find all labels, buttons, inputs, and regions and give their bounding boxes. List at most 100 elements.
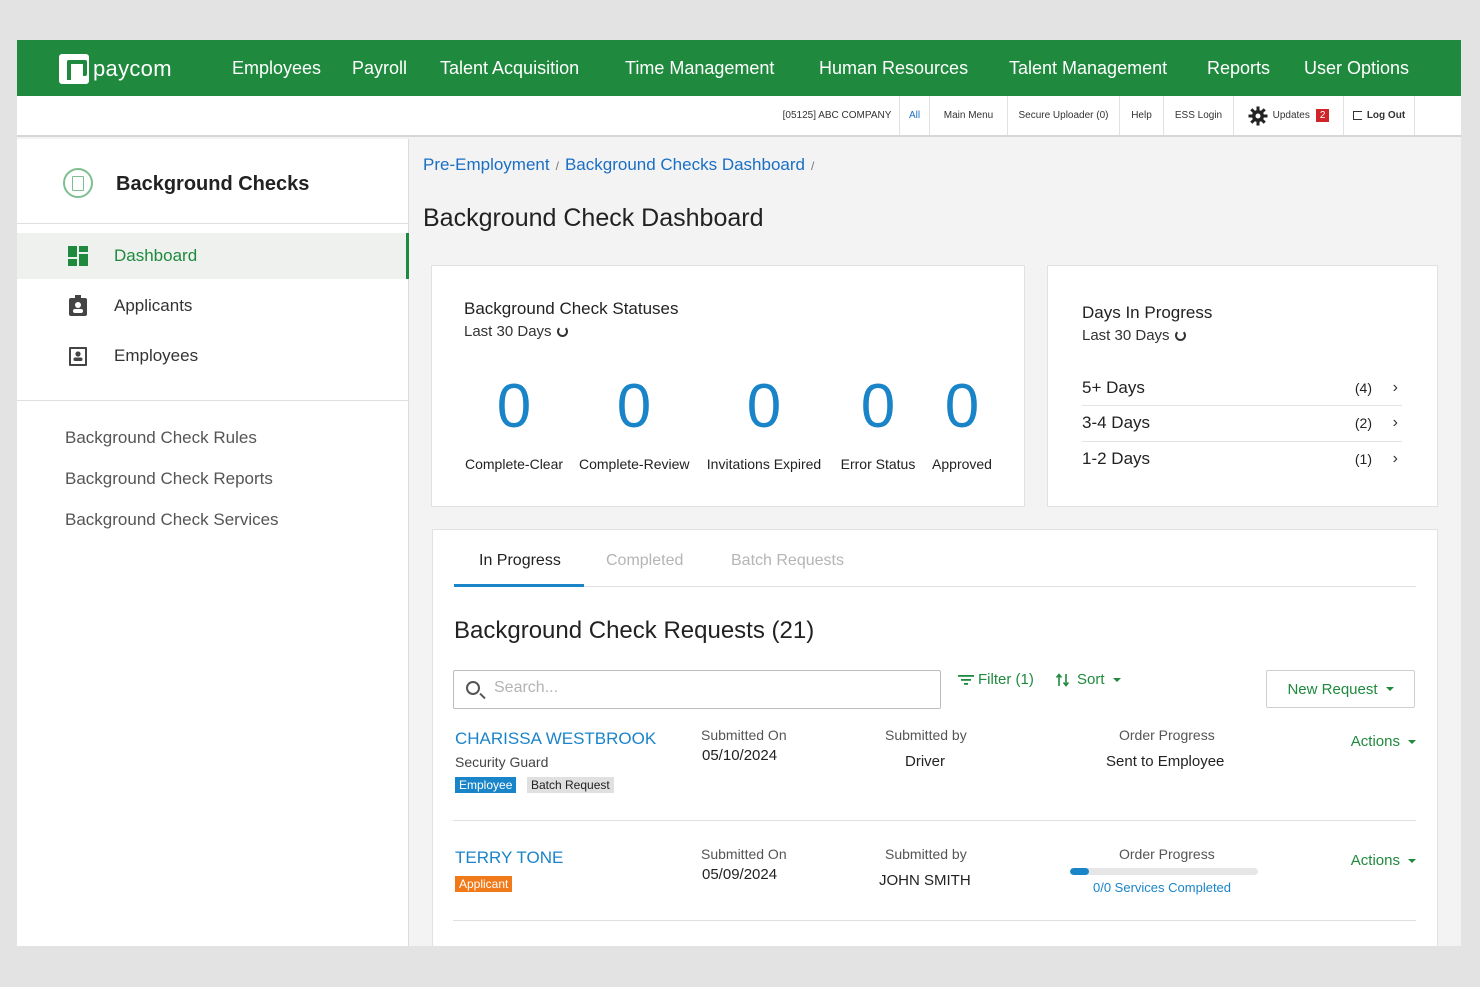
updates-count-badge: 2 [1315,109,1330,122]
actions-label: Actions [1350,852,1400,869]
logout-icon [1352,111,1362,120]
sidebar: Background Checks Dashboard Applicants E… [17,139,409,946]
link-background-check-services[interactable]: Background Check Services [65,510,279,530]
days-row-label: 5+ Days [1082,378,1145,397]
tab-completed[interactable]: Completed [606,552,683,570]
order-progress-value: Sent to Employee [1106,753,1225,770]
days-row-label: 1-2 Days [1082,449,1151,468]
sidebar-item-employees[interactable]: Employees [17,333,409,379]
stat-value: 0 [496,372,532,441]
days-title: Days In Progress [1082,303,1213,322]
submitted-on-label: Submitted On [701,846,787,862]
company-selector[interactable]: [05125] ABC COMPANY [775,96,899,135]
link-background-check-reports[interactable]: Background Check Reports [65,469,273,489]
sidebar-item-label: Applicants [114,296,193,315]
refresh-icon[interactable] [556,326,568,337]
stat-value: 0 [944,372,980,441]
updates-button[interactable]: Updates 2 [1233,96,1343,135]
top-nav: paycom Employees Payroll Talent Acquisit… [17,40,1461,96]
nav-human-resources[interactable]: Human Resources [819,58,968,79]
search-box[interactable] [453,670,941,709]
nav-reports[interactable]: Reports [1207,58,1270,79]
filter-icon [958,674,974,685]
actions-menu-button[interactable]: Actions [1351,852,1416,869]
stat-complete-review[interactable]: 0 Complete-Review [579,376,689,473]
help-link[interactable]: Help [1119,96,1163,135]
table-row: CHARISSA WESTBROOK Security Guard Employ… [453,727,1416,822]
services-completed-link[interactable]: 0/0 Services Completed [1093,880,1231,895]
logo-text: paycom [93,56,172,81]
breadcrumb-dashboard[interactable]: Background Checks Dashboard [565,155,805,174]
actions-label: Actions [1350,733,1400,750]
days-row-1-2[interactable]: 1-2 Days (1) › [1082,441,1402,477]
days-subtitle: Last 30 Days [1082,327,1186,344]
divider [17,400,409,401]
ess-login-link[interactable]: ESS Login [1163,96,1233,135]
filter-button[interactable]: Filter (1) [958,671,1034,688]
chevron-right-icon: › [1392,414,1398,431]
stat-value: 0 [860,372,896,441]
breadcrumb-separator: / [810,159,815,173]
nav-payroll[interactable]: Payroll [352,58,407,79]
logout-button[interactable]: Log Out [1343,96,1415,135]
sidebar-item-label: Dashboard [114,246,198,265]
gear-icon [1248,106,1268,125]
tab-batch-requests[interactable]: Batch Requests [731,552,844,570]
all-link[interactable]: All [899,96,929,135]
days-row-5plus[interactable]: 5+ Days (4) › [1082,370,1402,406]
stat-invitations-expired[interactable]: 0 Invitations Expired [704,376,824,473]
submitted-on-label: Submitted On [701,727,787,743]
days-row-count: (2) [1354,415,1372,431]
submitted-by-value: Driver [905,753,945,770]
stat-label: Approved [932,456,992,472]
breadcrumb-pre-employment[interactable]: Pre-Employment [423,155,550,174]
applicant-tag: Applicant [455,876,513,892]
days-in-progress-card: Days In Progress Last 30 Days 5+ Days (4… [1047,265,1438,507]
sidebar-item-dashboard[interactable]: Dashboard [17,233,409,279]
chevron-down-icon [1385,687,1394,691]
background-check-clipboard-icon [63,168,93,198]
submitted-on-value: 05/09/2024 [702,866,778,883]
employee-badge-icon [69,347,87,366]
chevron-down-icon [1112,677,1121,682]
new-request-label: New Request [1287,680,1378,698]
dashboard-icon [68,246,88,266]
days-row-count: (4) [1354,380,1372,396]
main-menu-link[interactable]: Main Menu [929,96,1007,135]
tab-in-progress[interactable]: In Progress [479,552,561,570]
sidebar-item-applicants[interactable]: Applicants [17,283,409,329]
updates-label: Updates [1272,110,1310,121]
search-input[interactable] [494,679,924,697]
sidebar-item-label: Employees [114,346,199,365]
filter-label: Filter (1) [978,671,1034,688]
statuses-title: Background Check Statuses [464,299,679,318]
link-background-check-rules[interactable]: Background Check Rules [65,428,257,448]
search-icon [466,681,480,695]
stat-error-status[interactable]: 0 Error Status [836,372,920,473]
submitted-by-label: Submitted by [885,727,967,743]
request-name-link[interactable]: CHARISSA WESTBROOK [455,729,656,749]
paycom-logo-icon [59,54,89,84]
actions-menu-button[interactable]: Actions [1351,733,1416,750]
sort-button[interactable]: Sort [1055,671,1121,688]
request-name-link[interactable]: TERRY TONE [455,848,563,868]
nav-talent-acquisition[interactable]: Talent Acquisition [440,58,579,79]
paycom-logo[interactable]: paycom [59,54,172,84]
refresh-icon[interactable] [1174,330,1186,341]
secure-uploader-link[interactable]: Secure Uploader (0) [1007,96,1119,135]
order-progress-fill [1070,868,1089,875]
stat-approved[interactable]: 0 Approved [930,372,994,473]
statuses-card: Background Check Statuses Last 30 Days 0… [431,265,1025,507]
new-request-button[interactable]: New Request [1266,670,1415,708]
nav-employees[interactable]: Employees [232,58,321,79]
logout-label: Log Out [1366,110,1406,121]
nav-talent-management[interactable]: Talent Management [1009,58,1167,79]
days-row-3-4[interactable]: 3-4 Days (2) › [1082,405,1402,441]
days-row-count: (1) [1354,451,1372,467]
nav-time-management[interactable]: Time Management [625,58,774,79]
nav-user-options[interactable]: User Options [1304,58,1409,79]
divider [17,223,409,224]
stat-complete-clear[interactable]: 0 Complete-Clear [465,372,563,473]
submitted-on-value: 05/10/2024 [702,747,778,764]
divider [453,920,1416,921]
